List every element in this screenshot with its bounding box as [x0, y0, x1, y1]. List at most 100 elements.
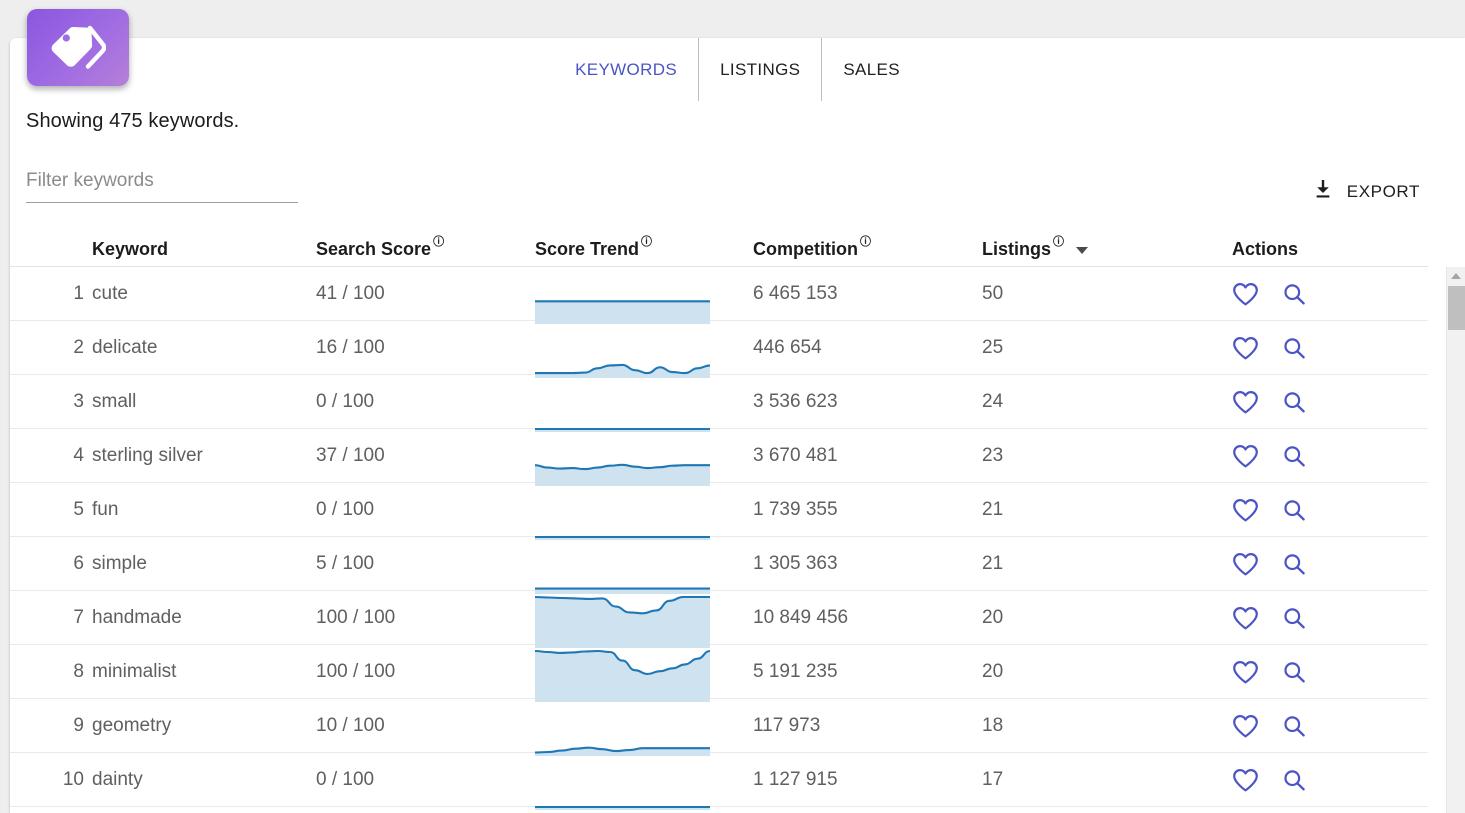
search-icon[interactable] [1281, 336, 1308, 361]
showing-count-label: Showing 475 keywords. [26, 110, 240, 132]
row-search-score: 100 / 100 [316, 661, 396, 682]
tab-keywords[interactable]: KEYWORDS [554, 38, 698, 101]
column-header-actions[interactable]: Actions [1232, 239, 1298, 260]
info-icon[interactable]: ⓘ [1053, 237, 1064, 248]
scrollbar-thumb[interactable] [1448, 286, 1465, 330]
row-listings: 24 [982, 391, 1004, 412]
vertical-scrollbar[interactable] [1446, 267, 1465, 813]
table-row[interactable]: 3 small 0 / 100 3 536 623 24 [10, 375, 1428, 432]
row-actions [1232, 483, 1308, 537]
export-label: EXPORT [1346, 181, 1420, 201]
tab-sales[interactable]: SALES [821, 38, 921, 101]
row-actions [1232, 645, 1308, 699]
row-actions [1232, 591, 1308, 645]
tab-bar: KEYWORDS LISTINGS SALES [10, 38, 1465, 101]
row-keyword: minimalist [92, 661, 177, 682]
row-score-trend-sparkline [535, 267, 717, 324]
row-index: 2 [73, 337, 84, 358]
favorite-icon[interactable] [1232, 336, 1259, 361]
column-header-label: Listings [982, 239, 1052, 259]
row-search-score: 100 / 100 [316, 607, 396, 628]
row-keyword: geometry [92, 715, 172, 736]
column-header-keyword[interactable]: Keyword [92, 239, 168, 260]
search-icon[interactable] [1281, 444, 1308, 469]
row-competition: 446 654 [753, 337, 822, 358]
table-row[interactable]: 7 handmade 100 / 100 10 849 456 20 [10, 591, 1428, 648]
table-row[interactable]: 5 fun 0 / 100 1 739 355 21 [10, 483, 1428, 540]
column-header-label: Competition [753, 239, 858, 259]
favorite-icon[interactable] [1232, 498, 1259, 523]
favorite-icon[interactable] [1232, 606, 1259, 631]
scroll-up-button[interactable] [1447, 267, 1465, 285]
row-listings: 21 [982, 499, 1004, 520]
search-icon[interactable] [1281, 390, 1308, 415]
search-icon[interactable] [1281, 768, 1308, 793]
search-icon[interactable] [1281, 282, 1308, 307]
row-actions [1232, 321, 1308, 375]
sort-descending-icon[interactable] [1076, 247, 1089, 254]
row-search-score: 5 / 100 [316, 553, 375, 574]
column-header-competition[interactable]: Competition ⓘ [753, 237, 871, 260]
row-index: 4 [73, 445, 84, 466]
row-actions [1232, 267, 1308, 321]
chevron-up-icon [1451, 273, 1461, 279]
info-icon[interactable]: ⓘ [433, 237, 444, 248]
favorite-icon[interactable] [1232, 390, 1259, 415]
sparkline-chart [535, 648, 717, 702]
search-icon[interactable] [1281, 714, 1308, 739]
table-row[interactable]: 6 simple 5 / 100 1 305 363 21 [10, 537, 1428, 594]
keywords-table-body: 1 cute 41 / 100 6 465 153 50 2 delicate 16 / 10… [10, 267, 1428, 813]
row-search-score: 16 / 100 [316, 337, 385, 358]
info-icon[interactable]: ⓘ [641, 237, 652, 248]
search-icon[interactable] [1281, 552, 1308, 577]
row-search-score: 0 / 100 [316, 391, 375, 412]
favorite-icon[interactable] [1232, 768, 1259, 793]
row-actions [1232, 375, 1308, 429]
table-row[interactable]: 2 delicate 16 / 100 446 654 25 [10, 321, 1428, 378]
column-header-search_score[interactable]: Search Score ⓘ [316, 237, 444, 260]
row-listings: 21 [982, 553, 1004, 574]
info-icon[interactable]: ⓘ [860, 237, 871, 248]
search-icon[interactable] [1281, 660, 1308, 685]
search-icon[interactable] [1281, 606, 1308, 631]
row-score-trend-sparkline [535, 699, 717, 756]
row-competition: 6 465 153 [753, 283, 838, 304]
table-row[interactable]: 8 minimalist 100 / 100 5 191 235 20 [10, 645, 1428, 702]
column-header-score_trend[interactable]: Score Trend ⓘ [535, 237, 652, 260]
row-competition: 1 739 355 [753, 499, 838, 520]
favorite-icon[interactable] [1232, 444, 1259, 469]
app-root: KEYWORDS LISTINGS SALES Showing 475 keywor… [0, 0, 1465, 813]
row-score-trend-sparkline [535, 537, 717, 594]
favorite-icon[interactable] [1232, 660, 1259, 685]
column-header-label: Search Score [316, 239, 432, 259]
column-header-label: Keyword [92, 239, 169, 259]
table-row[interactable]: 1 cute 41 / 100 6 465 153 50 [10, 267, 1428, 324]
table-row[interactable]: 9 geometry 10 / 100 117 973 18 [10, 699, 1428, 756]
row-actions [1232, 699, 1308, 753]
row-index: 9 [73, 715, 84, 736]
row-search-score: 0 / 100 [316, 769, 375, 790]
row-search-score: 41 / 100 [316, 283, 385, 304]
row-listings: 50 [982, 283, 1004, 304]
price-tag-icon [27, 9, 129, 86]
favorite-icon[interactable] [1232, 282, 1259, 307]
row-keyword: fun [92, 499, 119, 520]
column-header-label: Actions [1232, 239, 1299, 259]
column-header-listings[interactable]: Listings ⓘ [982, 237, 1089, 260]
export-button[interactable]: EXPORT [1313, 178, 1420, 205]
favorite-icon[interactable] [1232, 552, 1259, 577]
table-row[interactable]: 4 sterling silver 37 / 100 3 670 481 23 [10, 429, 1428, 486]
tab-listings[interactable]: LISTINGS [698, 38, 821, 101]
row-search-score: 0 / 100 [316, 499, 375, 520]
table-row[interactable]: 10 dainty 0 / 100 1 127 915 17 [10, 753, 1428, 810]
sparkline-chart [535, 594, 717, 648]
row-keyword: simple [92, 553, 147, 574]
sparkline-chart [535, 540, 717, 594]
filter-keywords-input[interactable] [26, 170, 298, 203]
favorite-icon[interactable] [1232, 714, 1259, 739]
row-competition: 117 973 [753, 715, 821, 736]
sparkline-chart [535, 378, 717, 432]
search-icon[interactable] [1281, 498, 1308, 523]
row-score-trend-sparkline [535, 645, 717, 702]
row-score-trend-sparkline [535, 321, 717, 378]
